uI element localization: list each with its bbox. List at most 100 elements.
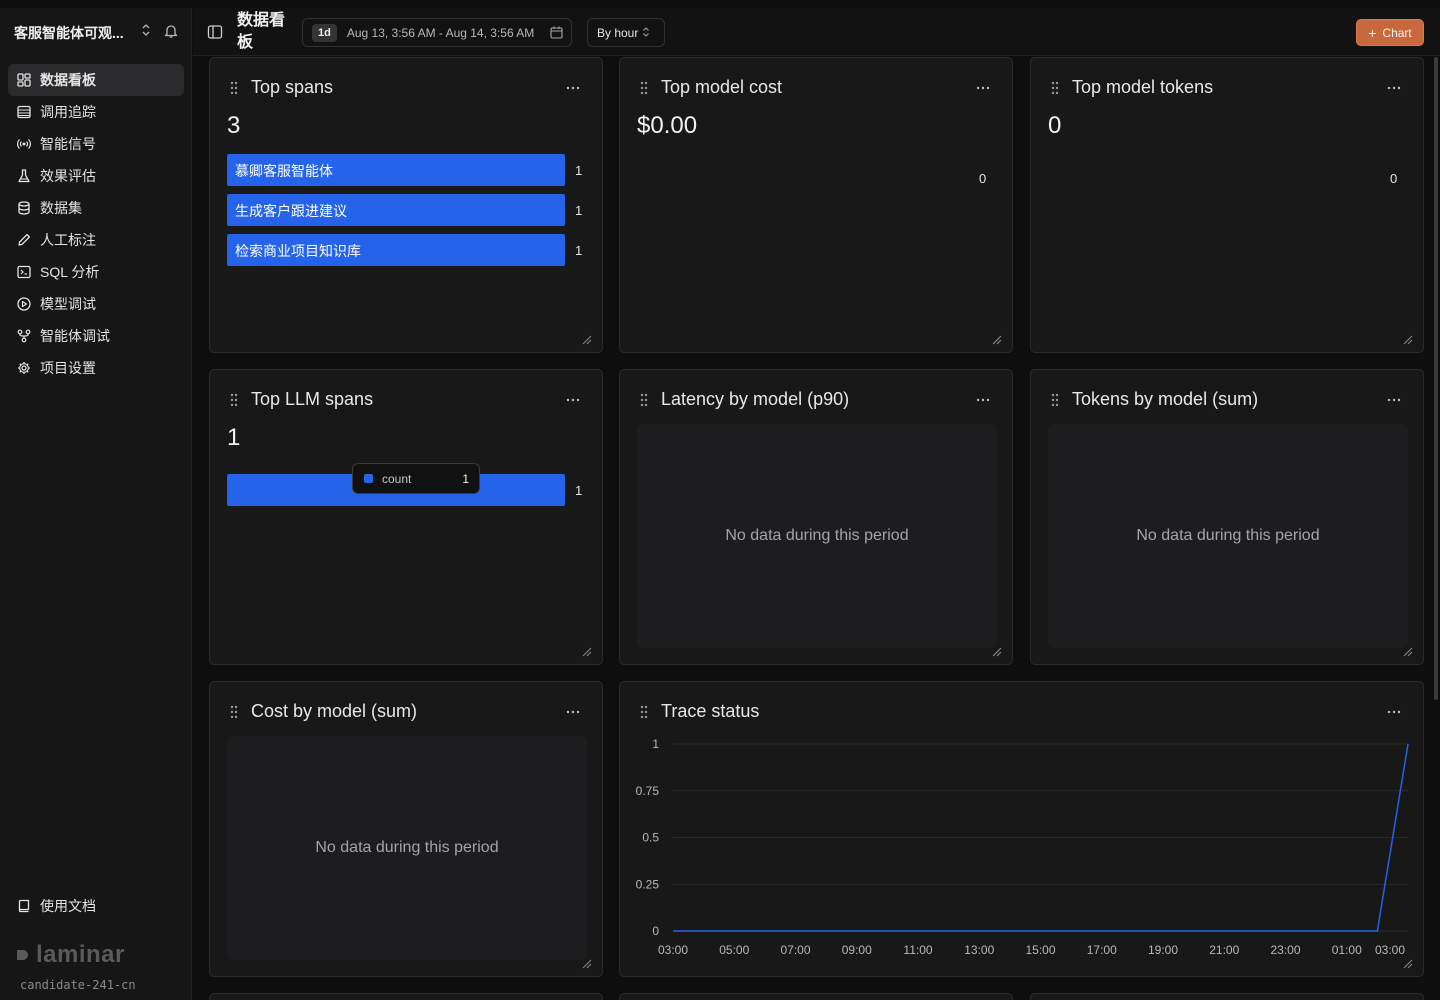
sidebar-item-dashboard[interactable]: 数据看板: [8, 64, 184, 96]
empty-state: No data during this period: [227, 736, 587, 960]
span-bar-value: 1: [575, 243, 583, 258]
project-name: 客服智能体可观...: [14, 25, 124, 41]
x-tick-label: 01:00: [1332, 943, 1362, 957]
span-bar-row[interactable]: 慕卿客服智能体 1: [227, 154, 587, 186]
date-range-picker[interactable]: 1d Aug 13, 3:56 AM - Aug 14, 3:56 AM: [302, 18, 572, 47]
more-options-icon[interactable]: [1387, 705, 1401, 719]
drag-handle-icon[interactable]: [1050, 81, 1060, 95]
sidebar-item-sql[interactable]: SQL 分析: [8, 256, 184, 288]
sidebar-toggle-icon[interactable]: [207, 24, 223, 40]
resize-handle-icon[interactable]: [1403, 956, 1413, 969]
sidebar-item-label: 项目设置: [40, 360, 96, 376]
card-header: Top LLM spans: [210, 389, 602, 411]
more-options-icon[interactable]: [566, 393, 580, 407]
llm-span-bar-value: 1: [575, 483, 583, 498]
empty-state: No data during this period: [637, 424, 997, 648]
project-switcher[interactable]: 客服智能体可观...: [14, 22, 184, 44]
x-tick-label: 11:00: [903, 943, 932, 957]
flask-icon: [17, 169, 31, 183]
chart-tooltip: count 1: [352, 463, 480, 494]
card-partial: [209, 993, 603, 1000]
card-title: Top model tokens: [1072, 77, 1214, 97]
span-bar-value: 1: [575, 203, 583, 218]
drag-handle-icon[interactable]: [1050, 393, 1060, 407]
card-partial: [1030, 993, 1424, 1000]
tooltip-label: count: [382, 471, 412, 486]
chevron-up-down-icon[interactable]: [138, 23, 154, 43]
drag-handle-icon[interactable]: [229, 393, 239, 407]
trace-status-chart[interactable]: 0 0.25 0.5 0.75 1 03:00 05:00 07:00 09:00 11:00 13…: [636, 734, 1416, 964]
card-top-model-cost: Top model cost $0.00 0: [619, 57, 1013, 353]
card-trace-status: Trace status 0 0.25 0.5 0.75 1 03:00 05:00 07:0…: [619, 681, 1424, 977]
resize-handle-icon[interactable]: [582, 956, 592, 969]
x-tick-label: 23:00: [1270, 943, 1300, 957]
sidebar-item-label: 效果评估: [40, 168, 96, 184]
total-value: 0: [1048, 112, 1062, 139]
x-tick-label: 19:00: [1148, 943, 1178, 957]
terminal-icon: [17, 265, 31, 279]
sidebar-item-label: SQL 分析: [40, 264, 100, 280]
sidebar-item-label: 数据看板: [40, 72, 96, 88]
sidebar-item-datasets[interactable]: 数据集: [8, 192, 184, 224]
laminar-logo: laminar: [16, 938, 146, 972]
drag-handle-icon[interactable]: [639, 81, 649, 95]
card-top-spans: Top spans 3 慕卿客服智能体 1 生成客户跟进建议 1 检索商业项目知…: [209, 57, 603, 353]
bar-value: 0: [1390, 171, 1398, 186]
resize-handle-icon[interactable]: [1403, 332, 1413, 345]
dashboard-icon: [17, 73, 31, 87]
more-options-icon[interactable]: [566, 705, 580, 719]
more-options-icon[interactable]: [976, 393, 990, 407]
card-header: Trace status: [620, 701, 1423, 723]
drag-handle-icon[interactable]: [639, 705, 649, 719]
sidebar-item-label: 智能信号: [40, 136, 96, 152]
list-icon: [17, 105, 31, 119]
more-options-icon[interactable]: [976, 81, 990, 95]
card-header: Top model cost: [620, 77, 1012, 99]
sidebar-item-label: 人工标注: [40, 232, 96, 248]
more-options-icon[interactable]: [566, 81, 580, 95]
sidebar-item-evaluations[interactable]: 效果评估: [8, 160, 184, 192]
card-header: Top spans: [210, 77, 602, 99]
sidebar-item-docs[interactable]: 使用文档: [8, 890, 184, 922]
sidebar-item-settings[interactable]: 项目设置: [8, 352, 184, 384]
x-tick-label: 15:00: [1025, 943, 1055, 957]
gear-icon: [17, 361, 31, 375]
resize-handle-icon[interactable]: [992, 644, 1002, 657]
card-title: Tokens by model (sum): [1072, 389, 1259, 409]
bell-icon[interactable]: [164, 23, 180, 43]
sidebar-item-traces[interactable]: 调用追踪: [8, 96, 184, 128]
resize-handle-icon[interactable]: [582, 332, 592, 345]
x-tick-label: 17:00: [1087, 943, 1117, 957]
span-bar-row[interactable]: 检索商业项目知识库 1: [227, 234, 587, 266]
sidebar-item-label: 使用文档: [40, 898, 96, 914]
sidebar-item-playground[interactable]: 模型调试: [8, 288, 184, 320]
tooltip-value: 1: [462, 472, 469, 486]
card-title: Cost by model (sum): [251, 701, 418, 721]
resize-handle-icon[interactable]: [1403, 644, 1413, 657]
span-bar-label: 检索商业项目知识库: [235, 243, 361, 259]
more-options-icon[interactable]: [1387, 81, 1401, 95]
card-top-llm-spans: Top LLM spans 1 1 count 1: [209, 369, 603, 665]
x-tick-label: 03:00: [658, 943, 688, 957]
card-header: Cost by model (sum): [210, 701, 602, 723]
resize-handle-icon[interactable]: [992, 332, 1002, 345]
add-chart-button[interactable]: + Chart: [1356, 19, 1424, 46]
sidebar-item-agent-debug[interactable]: 智能体调试: [8, 320, 184, 352]
resize-handle-icon[interactable]: [582, 644, 592, 657]
sidebar-item-signals[interactable]: 智能信号: [8, 128, 184, 160]
drag-handle-icon[interactable]: [229, 705, 239, 719]
y-tick-label: 1: [652, 737, 659, 751]
group-by-select[interactable]: By hour: [587, 18, 665, 47]
more-options-icon[interactable]: [1387, 393, 1401, 407]
x-tick-label: 07:00: [780, 943, 810, 957]
card-header: Latency by model (p90): [620, 389, 1012, 411]
logo-text: laminar: [36, 941, 125, 968]
span-bar-row[interactable]: 生成客户跟进建议 1: [227, 194, 587, 226]
sidebar-item-labeling[interactable]: 人工标注: [8, 224, 184, 256]
drag-handle-icon[interactable]: [229, 81, 239, 95]
total-value: $0.00: [637, 112, 698, 139]
top-strip: [0, 0, 1440, 8]
main-scrollbar[interactable]: [1434, 57, 1438, 700]
drag-handle-icon[interactable]: [639, 393, 649, 407]
range-preset-chip[interactable]: 1d: [312, 23, 337, 42]
